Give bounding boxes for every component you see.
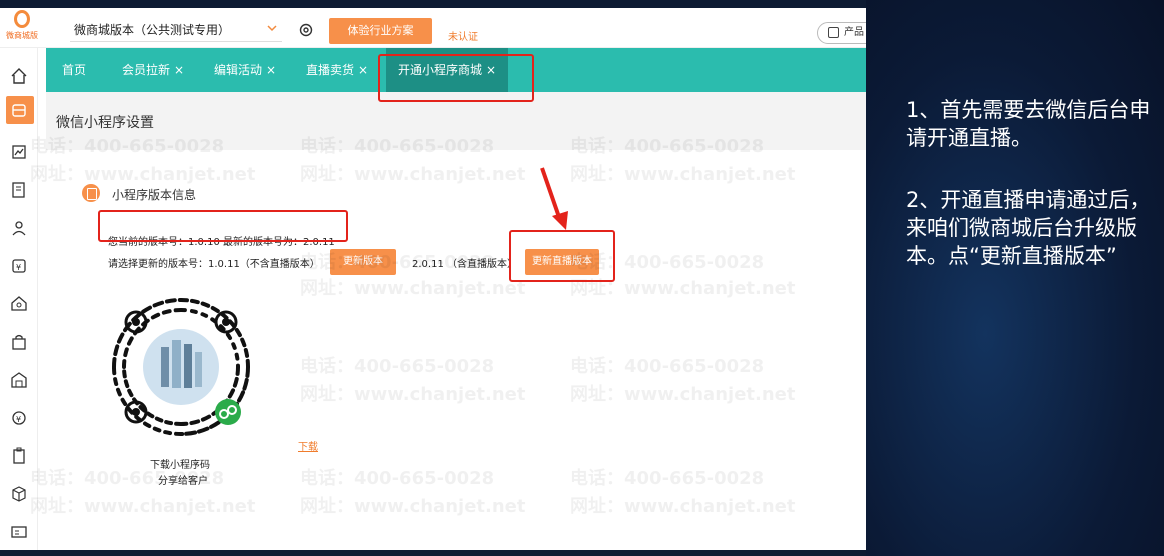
app-screenshot: 微商城版 微商城版本（公共测试专用） 体验行业方案 未认证 产品 ¥ ¥ 首页 … bbox=[0, 8, 866, 550]
red-arrow-icon bbox=[540, 167, 568, 230]
instruction-step-2: 2、开通直播申请通过后，来咱们微商城后台升级版本。点“更新直播版本” bbox=[906, 188, 1151, 268]
presentation-background bbox=[866, 0, 1164, 556]
instruction-step-1: 1、首先需要去微信后台申请开通直播。 bbox=[906, 98, 1151, 150]
